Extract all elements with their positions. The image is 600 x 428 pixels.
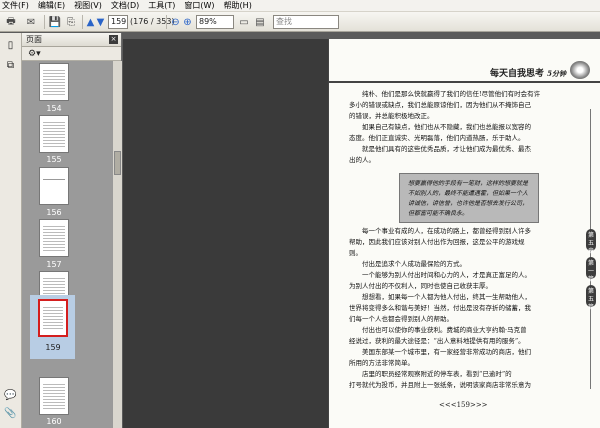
zoom-select[interactable]: 89%	[196, 15, 234, 29]
thumbnail-label: 160	[46, 417, 62, 426]
side-tab: 第五篇	[586, 285, 596, 311]
side-tab: 第五章	[586, 229, 596, 255]
thumbnail-156[interactable]	[39, 167, 69, 205]
navigation-strip: ▯ ⧉ 💬 📎	[0, 33, 22, 428]
thumbnail-155[interactable]	[39, 115, 69, 153]
print-icon[interactable]: 🖶	[4, 14, 18, 30]
menu-document[interactable]: 文档(D)	[111, 0, 139, 11]
thumbnail-list: 154 155 156 157 158 160	[22, 61, 112, 428]
page-count: (176 / 353)	[130, 17, 175, 26]
panel-title: 页面	[26, 35, 42, 44]
thumbnail-label: 157	[46, 260, 62, 269]
page-number-input[interactable]: 159	[108, 15, 128, 29]
bookmarks-icon[interactable]: ⧉	[4, 59, 17, 72]
zoom-out-icon[interactable]: ⊖	[170, 14, 181, 30]
previous-page-edge	[123, 39, 328, 428]
thumbnail-159-selected[interactable]: 159	[30, 295, 75, 359]
menu-edit[interactable]: 编辑(E)	[38, 0, 65, 11]
thumbnail-label: 156	[46, 208, 62, 217]
zoom-in-icon[interactable]: ⊕	[182, 14, 193, 30]
thumbnail-label: 155	[46, 155, 62, 164]
side-tab: 第一篇	[586, 257, 596, 283]
next-page-icon[interactable]: ▼	[96, 14, 105, 30]
header-ornament-icon	[570, 61, 590, 79]
menu-file[interactable]: 文件(F)	[2, 0, 29, 11]
menu-help[interactable]: 帮助(H)	[224, 0, 252, 11]
thumbnail-label: 154	[46, 104, 62, 113]
pages-panel: 页面 × ⚙▾ 154 155 156 157 158 160 159	[22, 33, 122, 428]
page-header-title: 每天自我思考 5分钟	[489, 69, 566, 79]
panel-options-icon[interactable]: ⚙▾	[22, 47, 121, 61]
panel-close-icon[interactable]: ×	[109, 35, 118, 44]
menu-view[interactable]: 视图(V)	[74, 0, 102, 11]
fit-page-icon[interactable]: ▭	[238, 14, 250, 30]
document-page: 每天自我思考 5分钟 纯朴、他们是那么快就赢得了我们的信任!尽管他们有时会有许 …	[328, 39, 600, 428]
page-number-footer: <<<159>>>	[439, 401, 488, 409]
comments-icon[interactable]: 💬	[4, 389, 17, 402]
menu-bar: 文件(F) 编辑(E) 视图(V) 文档(D) 工具(T) 窗口(W) 帮助(H…	[0, 0, 600, 12]
email-icon[interactable]: ✉	[24, 14, 38, 30]
thumbnail-160[interactable]	[39, 377, 69, 415]
document-viewer: 每天自我思考 5分钟 纯朴、他们是那么快就赢得了我们的信任!尽管他们有时会有许 …	[123, 33, 600, 428]
search-input[interactable]: 查找	[273, 15, 339, 29]
panel-scrollbar[interactable]	[112, 61, 122, 428]
thumbnail-label: 159	[45, 343, 61, 352]
thumbnail-157[interactable]	[39, 219, 69, 257]
menu-window[interactable]: 窗口(W)	[184, 0, 214, 11]
pages-icon[interactable]: ▯	[4, 39, 17, 52]
toolbar: 🖶 ✉ 💾 ⎘ ▲ ▼ 159 (176 / 353) ⊖ ⊕ 89% ▭ ▤ …	[0, 12, 600, 32]
prev-page-icon[interactable]: ▲	[86, 14, 95, 30]
thumbnail-154[interactable]	[39, 63, 69, 101]
attachments-icon[interactable]: 📎	[4, 407, 17, 420]
attach-icon[interactable]: ⎘	[64, 14, 78, 30]
quote-box: 想要赢得他的手段有一笔财，这样的想要就是不如别人的，最终不能遭遇霍，但如果一个人…	[399, 173, 539, 223]
menu-tools[interactable]: 工具(T)	[148, 0, 175, 11]
thumbnail-159[interactable]	[38, 299, 68, 337]
save-icon[interactable]: 💾	[48, 14, 62, 30]
fit-width-icon[interactable]: ▤	[254, 14, 266, 30]
page-body: 纯朴、他们是那么快就赢得了我们的信任!尽管他们有时会有许 多小的错误或缺点，我们…	[349, 90, 541, 389]
